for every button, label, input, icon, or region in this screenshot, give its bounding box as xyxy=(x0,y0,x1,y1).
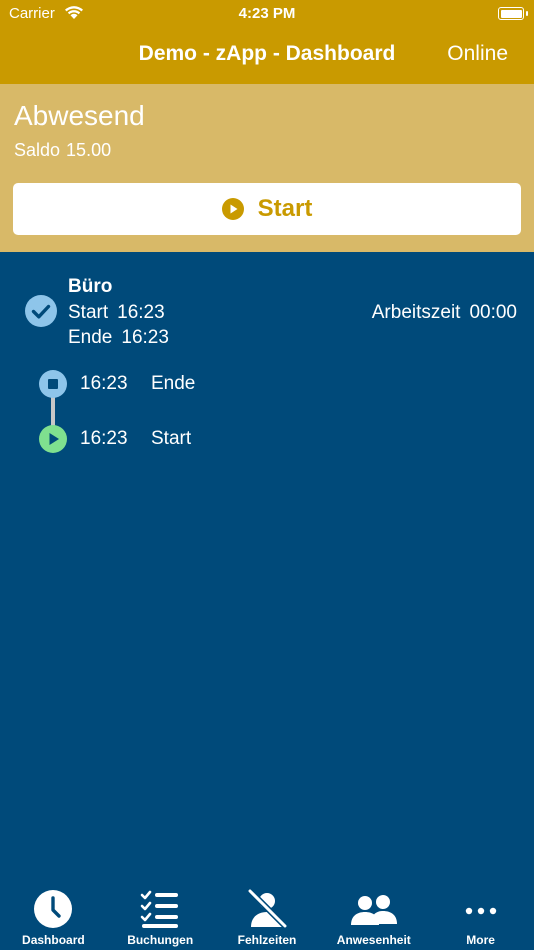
start-button[interactable]: Start xyxy=(13,183,521,235)
play-icon xyxy=(39,425,67,453)
worktime-value: 00:00 xyxy=(469,302,517,323)
tab-label: Dashboard xyxy=(22,933,85,947)
clock-time: 4:23 PM xyxy=(238,5,296,22)
attendance-status-panel: Abwesend Saldo 15.00 Start xyxy=(0,84,534,252)
tab-bar: Dashboard Buchungen Fehlzeiten Anwesenhe… xyxy=(0,879,534,950)
tab-label: Fehlzeiten xyxy=(237,933,297,947)
more-dots-icon xyxy=(465,907,496,915)
stop-icon xyxy=(39,370,67,398)
entry-start: Start 16:23 xyxy=(68,302,165,324)
tab-label: Buchungen xyxy=(127,933,194,947)
tab-label: More xyxy=(466,933,495,947)
tab-anwesenheit[interactable]: Anwesenheit xyxy=(320,879,427,950)
tab-more[interactable]: More xyxy=(427,879,534,950)
entry-start-time: 16:23 xyxy=(117,302,165,323)
attendance-state: Abwesend xyxy=(14,100,145,131)
start-button-label: Start xyxy=(257,195,313,222)
worktime-label: Arbeitszeit xyxy=(371,302,461,323)
worktime: Arbeitszeit 00:00 xyxy=(372,302,517,324)
top-bar: Carrier 4:23 PM Demo - zApp - Dashboard … xyxy=(0,0,534,84)
clock-icon xyxy=(34,890,73,928)
timeline-connector xyxy=(51,394,55,428)
play-circle-icon xyxy=(221,198,244,220)
saldo: Saldo 15.00 xyxy=(14,140,111,161)
saldo-value: 15.00 xyxy=(66,140,112,160)
entry-start-label: Start xyxy=(68,302,109,323)
person-crossed-icon xyxy=(246,889,287,929)
entry-end-label: Ende xyxy=(68,327,113,348)
tab-fehlzeiten[interactable]: Fehlzeiten xyxy=(214,879,321,950)
entry-end-time: 16:23 xyxy=(121,327,169,348)
status-bar: Carrier 4:23 PM xyxy=(0,0,534,28)
tab-dashboard[interactable]: Dashboard xyxy=(0,879,107,950)
saldo-label: Saldo xyxy=(14,140,61,160)
checklist-icon xyxy=(140,890,179,928)
entry-location: Büro xyxy=(68,276,113,297)
connection-status[interactable]: Online xyxy=(447,42,508,66)
tab-buchungen[interactable]: Buchungen xyxy=(107,879,214,950)
timeline-time: 16:23 xyxy=(80,373,128,394)
battery-icon xyxy=(498,7,528,20)
entry-end: Ende 16:23 xyxy=(68,327,169,349)
people-icon xyxy=(350,895,397,925)
timeline-time: 16:23 xyxy=(80,428,128,449)
timeline-label: Start xyxy=(151,428,192,449)
check-circle-icon xyxy=(25,295,57,327)
timeline-label: Ende xyxy=(151,373,196,394)
tab-label: Anwesenheit xyxy=(336,933,411,947)
